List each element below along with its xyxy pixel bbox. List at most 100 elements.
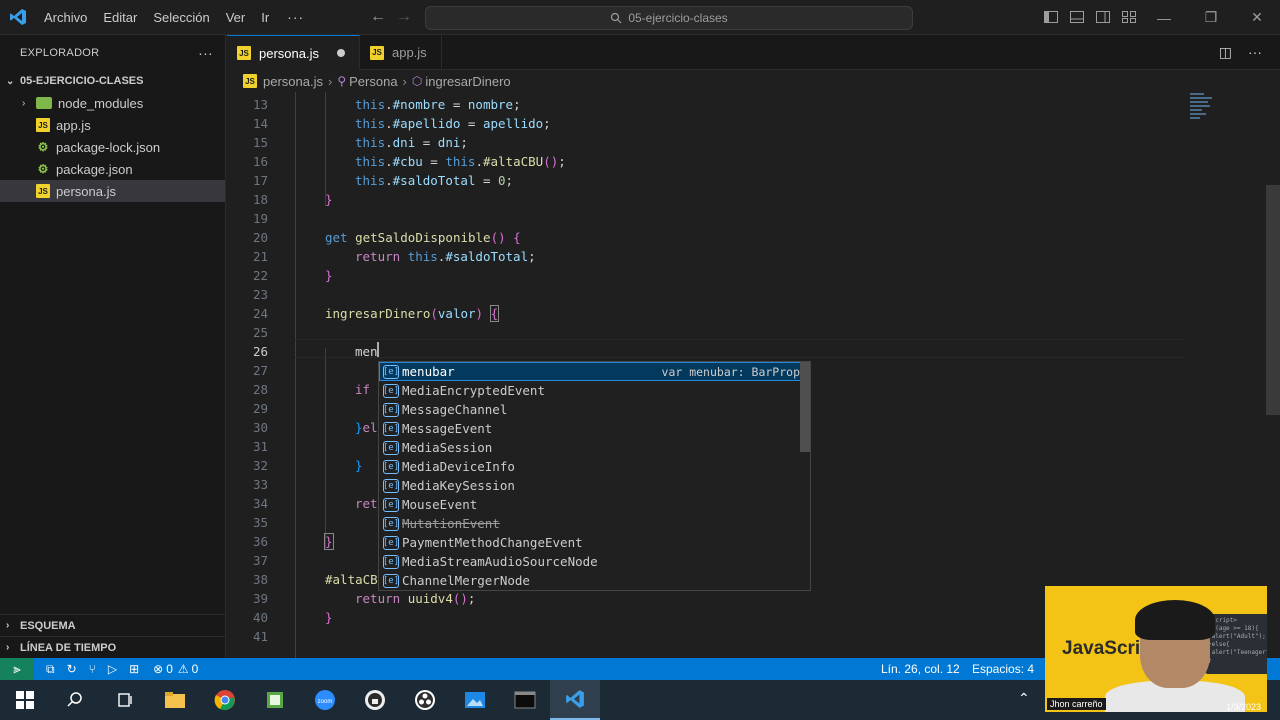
suggestion-item[interactable]: [e] MediaDeviceInfo	[379, 457, 810, 476]
explorer-more-button[interactable]: ···	[198, 45, 213, 61]
cursor-position[interactable]: Lín. 26, col. 12	[881, 662, 960, 676]
tray-expand-icon[interactable]: ⌃	[1018, 690, 1030, 707]
tree-item-label: node_modules	[58, 95, 144, 111]
source-control-icon[interactable]: ⑂	[89, 662, 96, 676]
tree-item-package-lock-json[interactable]: ⚙ package-lock.json	[0, 136, 225, 158]
split-editor-icon[interactable]: ◫	[1219, 44, 1232, 61]
zoom-button[interactable]: zoom	[300, 680, 350, 720]
tab-app-js[interactable]: JS app.js	[360, 35, 442, 70]
line-number: 16	[252, 154, 268, 169]
toggle-panel-icon[interactable]	[1069, 9, 1085, 25]
outline-section-header[interactable]: › ESQUEMA	[0, 614, 226, 636]
suggestion-item[interactable]: [e] MediaEncryptedEvent	[379, 381, 810, 400]
variable-icon: [e]	[382, 421, 400, 436]
menu-archivo[interactable]: Archivo	[36, 0, 95, 35]
menu-editar[interactable]: Editar	[95, 0, 145, 35]
lock-icon	[365, 690, 385, 710]
code-line: men	[355, 344, 378, 359]
more-menu-button[interactable]: ···	[277, 9, 314, 25]
json-file-icon: ⚙	[37, 162, 49, 176]
obs-button[interactable]	[400, 680, 450, 720]
chrome-button[interactable]	[200, 680, 250, 720]
timeline-section-header[interactable]: › LÍNEA DE TIEMPO	[0, 636, 226, 658]
webcam-overlay: JavaScri <script> if(age >= 18){ alert("A…	[1045, 586, 1267, 712]
task-view-button[interactable]	[100, 680, 150, 720]
suggestion-item[interactable]: [e] PaymentMethodChangeEvent	[379, 533, 810, 552]
autocomplete-suggestions[interactable]: [e] menubar var menubar: BarProp [e] MediaE…	[378, 361, 811, 591]
tab-label: persona.js	[259, 45, 319, 61]
js-file-icon: JS	[243, 74, 257, 88]
line-number: 26	[252, 344, 268, 359]
tree-item-package-json[interactable]: ⚙ package.json	[0, 158, 225, 180]
start-button[interactable]	[0, 680, 50, 720]
forward-arrow-icon[interactable]: →	[396, 8, 412, 26]
live-share-icon[interactable]: ⧉	[46, 662, 55, 677]
errors-icon[interactable]: ⊗	[153, 662, 163, 676]
suggestion-item[interactable]: [e] MouseEvent	[379, 495, 810, 514]
tree-item-persona-js[interactable]: JS persona.js	[0, 180, 225, 202]
suggestions-scrollbar[interactable]	[800, 362, 810, 452]
suggestion-item[interactable]: [e] MutationEvent	[379, 514, 810, 533]
suggestion-item[interactable]: [e] MediaSession	[379, 438, 810, 457]
suggestion-item[interactable]: [e] MediaKeySession	[379, 476, 810, 495]
suggestion-item[interactable]: [e] MediaStreamAudioSourceNode	[379, 552, 810, 571]
breadcrumb-method[interactable]: ingresarDinero	[425, 74, 510, 89]
photos-button[interactable]	[450, 680, 500, 720]
back-arrow-icon[interactable]: ←	[370, 8, 386, 26]
line-number: 36	[252, 534, 268, 549]
indentation[interactable]: Espacios: 4	[972, 662, 1034, 676]
run-icon[interactable]: ▷	[108, 662, 117, 676]
menu-ver[interactable]: Ver	[218, 0, 254, 35]
search-icon	[611, 12, 622, 24]
vscode-taskbar-button[interactable]	[550, 680, 600, 720]
project-folder-header[interactable]: ⌄ 05-EJERCICIO-CLASES	[0, 70, 225, 92]
warnings-count[interactable]: 0	[192, 662, 199, 676]
menu-ir[interactable]: Ir	[253, 0, 277, 35]
minimap[interactable]	[1190, 93, 1220, 153]
sidebar-bottom-sections: › ESQUEMA › LÍNEA DE TIEMPO	[0, 614, 226, 658]
errors-count[interactable]: 0	[166, 662, 173, 676]
tree-item-app-js[interactable]: JS app.js	[0, 114, 225, 136]
minimize-button[interactable]: —	[1141, 0, 1187, 35]
variable-icon: [e]	[382, 478, 400, 493]
file-explorer-button[interactable]	[150, 680, 200, 720]
suggestion-label: MediaKeySession	[402, 478, 515, 493]
toggle-secondary-sidebar-icon[interactable]	[1095, 9, 1111, 25]
sync-icon[interactable]: ↻	[67, 662, 77, 676]
more-actions-icon[interactable]: ···	[1248, 44, 1262, 61]
suggestion-item[interactable]: [e] MessageEvent	[379, 419, 810, 438]
warnings-icon[interactable]: ⚠	[178, 662, 189, 676]
customize-layout-icon[interactable]	[1121, 9, 1137, 25]
text-cursor	[377, 342, 379, 357]
unsaved-dot-icon[interactable]	[336, 49, 345, 57]
app-button[interactable]	[250, 680, 300, 720]
suggestion-item[interactable]: [e] menubar var menubar: BarProp	[379, 362, 810, 381]
terminal-button[interactable]	[500, 680, 550, 720]
line-number: 39	[252, 591, 268, 606]
menu-seleccion[interactable]: Selección	[145, 0, 217, 35]
suggestion-item[interactable]: [e] MessageChannel	[379, 400, 810, 419]
search-label: 05-ejercicio-clases	[628, 11, 728, 25]
tab-persona-js[interactable]: JS persona.js	[227, 35, 360, 70]
toggle-sidebar-icon[interactable]	[1043, 9, 1059, 25]
explorer-sidebar: EXPLORADOR ··· ⌄ 05-EJERCICIO-CLASES › n…	[0, 35, 226, 658]
extensions-icon[interactable]: ⊞	[129, 662, 139, 676]
breadcrumb-class[interactable]: Persona	[349, 74, 397, 89]
editor-tabs: JS persona.js JS app.js ◫ ···	[227, 35, 1280, 70]
command-center-search[interactable]: 05-ejercicio-clases	[425, 6, 913, 30]
line-number: 13	[252, 97, 268, 112]
vpn-button[interactable]	[350, 680, 400, 720]
remote-icon[interactable]: ⫸	[0, 658, 34, 680]
breadcrumb-file[interactable]: persona.js	[263, 74, 323, 89]
restore-button[interactable]: ❐	[1188, 0, 1234, 35]
taskbar-search-button[interactable]	[50, 680, 100, 720]
suggestion-item[interactable]: [e] ChannelMergerNode	[379, 571, 810, 590]
line-number: 15	[252, 135, 268, 150]
close-button[interactable]: ✕	[1234, 0, 1280, 35]
editor-scrollbar[interactable]	[1266, 185, 1280, 415]
search-icon	[67, 692, 82, 707]
tree-item-node-modules[interactable]: › node_modules	[0, 92, 225, 114]
variable-icon: [e]	[382, 535, 400, 550]
variable-icon: [e]	[382, 573, 400, 588]
suggestion-label: MouseEvent	[402, 497, 478, 512]
